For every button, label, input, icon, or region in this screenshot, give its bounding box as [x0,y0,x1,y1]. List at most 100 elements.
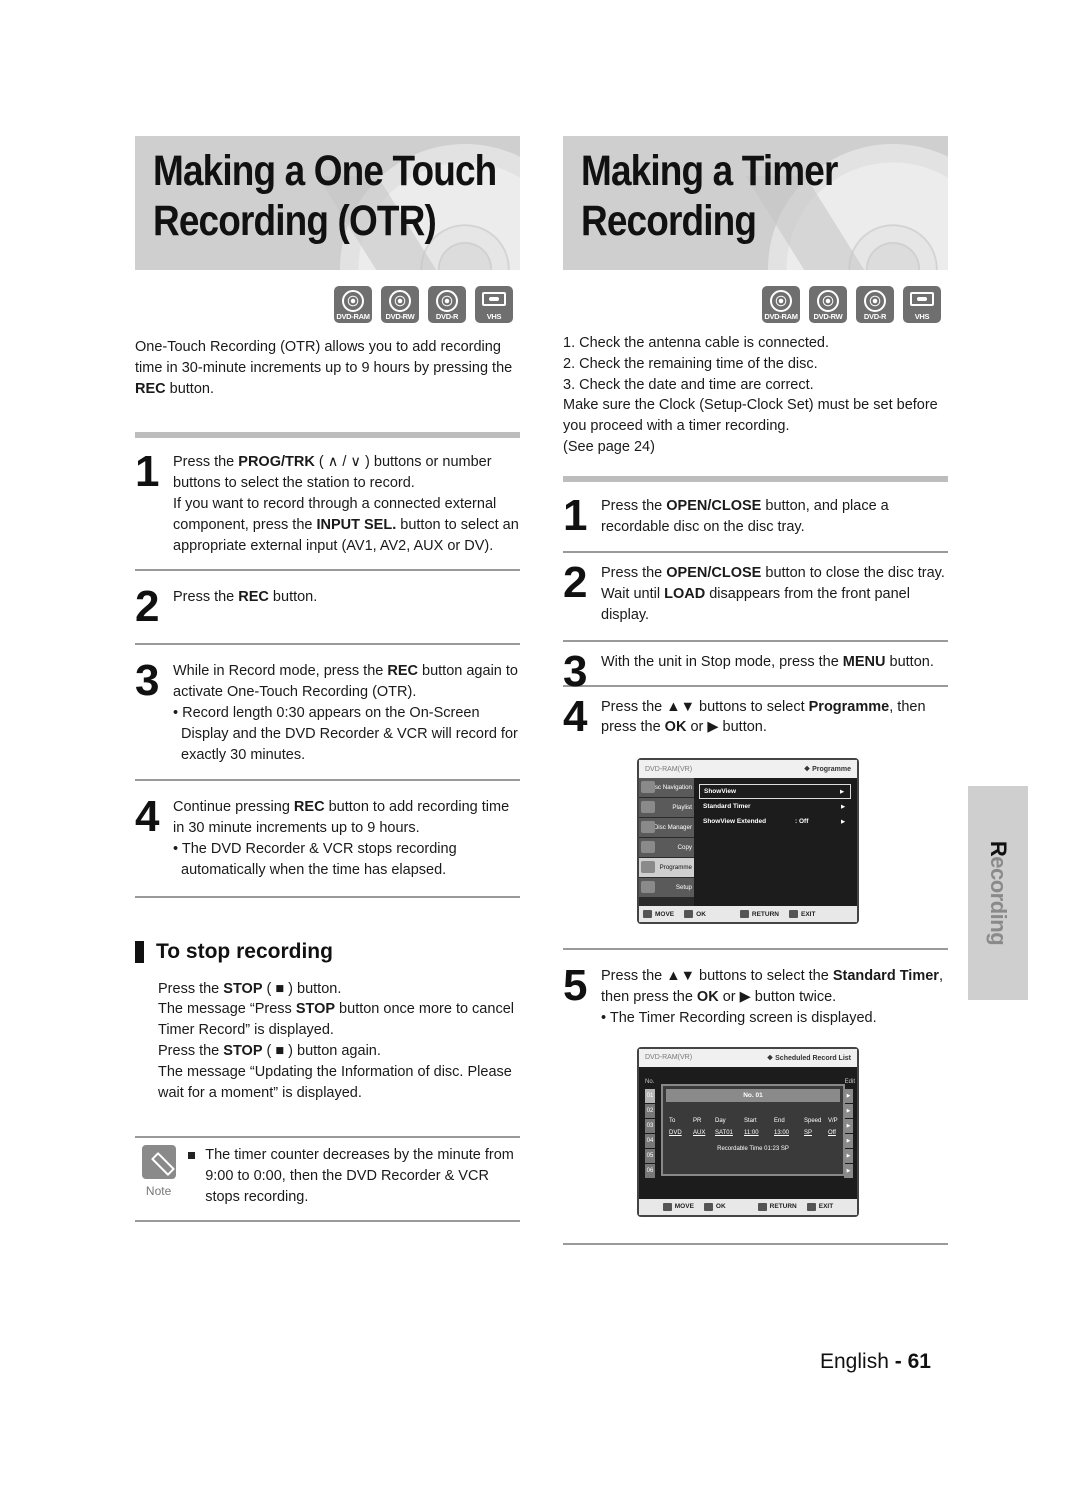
field-speed[interactable]: SP [804,1130,828,1136]
recordable-time: Recordable Time 01:23 SP [717,1145,789,1152]
sidebar-item-programme[interactable]: Programme [639,858,694,879]
sidebar-item-playlist[interactable]: Playlist [639,798,694,819]
timer-step-5: 5 Press the ▲▼ buttons to select the Sta… [563,961,943,1026]
setup-gear-icon [641,881,655,894]
timer-title-banner: Making a Timer Recording [563,136,948,270]
move-key-icon [643,910,652,919]
arrow-right-icon: ▶ [841,818,845,825]
stop-recording-instructions: Press the STOP ( ■ ) button. The message… [158,980,514,1101]
timer-step-3: 3 With the unit in Stop mode, press the … [563,646,934,696]
divider [563,475,948,482]
timer-step-2: 2 Press the OPEN/CLOSE button to close t… [563,558,945,623]
dvd-disc-icon [817,290,839,312]
edit-arrow-icon[interactable]: ▶ [844,1103,853,1118]
otr-intro: One-Touch Recording (OTR) allows you to … [135,339,513,397]
edit-arrow-icon[interactable]: ▶ [844,1163,853,1178]
chapter-tab-recording: Recording [968,786,1028,1000]
stop-recording-heading: To stop recording [135,940,520,964]
vhs-badge: VHS [475,286,513,323]
dvd-disc-icon [342,290,364,312]
divider [135,1219,520,1222]
otr-title-banner: Making a One Touch Recording (OTR) [135,136,520,270]
dvd-disc-icon [389,290,411,312]
divider [135,895,520,898]
exit-key-icon [789,910,798,919]
record-slot[interactable]: 03 [645,1118,655,1133]
scheduled-record-list-screen: DVD-RAM(VR) ❖ Scheduled Record List No. … [637,1046,859,1217]
divider [135,432,520,439]
record-number-list: 01 02 03 04 05 06 [645,1088,655,1179]
divider [135,1136,520,1139]
return-key-icon [739,910,749,919]
media-badges: DVD-RAM DVD-RW DVD-R VHS [563,286,948,323]
vhs-badge: VHS [903,286,941,323]
menu-option-showview-extended[interactable]: ShowView Extended: Off ▶ [699,814,851,829]
timer-step-1: 1 Press the OPEN/CLOSE button, and place… [563,490,889,540]
dvd-rw-badge: DVD-RW [381,286,419,323]
divider [563,1242,948,1245]
divider [563,551,948,554]
note-box: Note The timer counter decreases by the … [135,1145,520,1207]
record-slot[interactable]: 02 [645,1103,655,1118]
otr-step-4: 4 Continue pressing REC button to add re… [135,792,510,878]
timer-step-4: 4 Press the ▲▼ buttons to select Program… [563,691,926,741]
menu-sidebar: Disc Navigation Playlist Disc Manager Co… [639,778,694,907]
vhs-cassette-icon [482,292,506,306]
disc-manager-icon [641,821,655,834]
sidebar-item-copy[interactable]: Copy [639,838,694,859]
record-slot[interactable]: 04 [645,1133,655,1148]
otr-step-1: 1 Press the PROG/TRK ( ∧ / ∨ ) buttons o… [135,447,519,554]
return-key-icon [757,1202,767,1211]
exit-key-icon [806,1202,816,1211]
record-slot[interactable]: 06 [645,1163,655,1178]
field-day[interactable]: SAT01 [715,1130,744,1136]
divider [563,639,948,642]
dvd-disc-icon [436,290,458,312]
timer-recording-section: Making a Timer Recording DVD-RAM DVD-RW … [563,136,948,1245]
timer-fields: To PR Day Start End Speed V/P DVD AUX SA… [663,1118,843,1136]
divider [135,779,520,782]
dvd-ram-badge: DVD-RAM [334,286,372,323]
field-end[interactable]: 13:00 [774,1130,804,1136]
otr-title: Making a One Touch Recording (OTR) [153,147,497,245]
menu-option-showview[interactable]: ShowView ▶ [699,784,851,800]
sidebar-item-disc-navigation[interactable]: Disc Navigation [639,778,694,799]
edit-arrow-icon[interactable]: ▶ [844,1088,853,1103]
field-pr[interactable]: AUX [693,1130,715,1136]
dvd-r-badge: DVD-R [856,286,894,323]
media-badges: DVD-RAM DVD-RW DVD-R VHS [135,286,520,323]
sidebar-item-setup[interactable]: Setup [639,878,694,899]
square-bullet-icon [188,1152,196,1160]
copy-icon [641,841,655,854]
dvd-disc-icon [864,290,886,312]
otr-step-2: 2 Press the REC button. [135,582,318,632]
field-start[interactable]: 11:00 [744,1130,774,1136]
menu-option-standard-timer[interactable]: Standard Timer ▶ [699,799,851,814]
divider [563,948,948,951]
divider [135,569,520,572]
move-key-icon [662,1202,672,1211]
field-to[interactable]: DVD [669,1130,693,1136]
menu-footer: MOVE OK RETURN EXIT [639,906,857,923]
divider [563,684,948,687]
pre-check-list: 1. Check the antenna cable is connected.… [563,335,938,455]
playlist-icon [641,801,655,814]
record-slot[interactable]: 05 [645,1148,655,1163]
sidebar-item-disc-manager[interactable]: Disc Manager [639,818,694,839]
edit-arrow-icon[interactable]: ▶ [844,1133,853,1148]
timer-entry-dialog: No. 01 To PR Day Start End Speed V/P DVD… [661,1083,845,1176]
field-vp[interactable]: Off [828,1130,846,1136]
divider [135,643,520,646]
ok-key-icon [703,1202,713,1211]
dvd-disc-icon [770,290,792,312]
timer-title: Making a Timer Recording [581,147,838,245]
disc-navigation-icon [641,781,655,794]
dvd-rw-badge: DVD-RW [809,286,847,323]
edit-arrow-icon[interactable]: ▶ [844,1148,853,1163]
dvd-r-badge: DVD-R [428,286,466,323]
arrow-right-icon: ▶ [840,788,844,795]
vhs-cassette-icon [910,292,934,306]
record-slot[interactable]: 01 [645,1088,655,1103]
ok-key-icon [684,910,694,919]
menu-options: ShowView ▶ Standard Timer ▶ ShowView Exten… [699,784,851,829]
